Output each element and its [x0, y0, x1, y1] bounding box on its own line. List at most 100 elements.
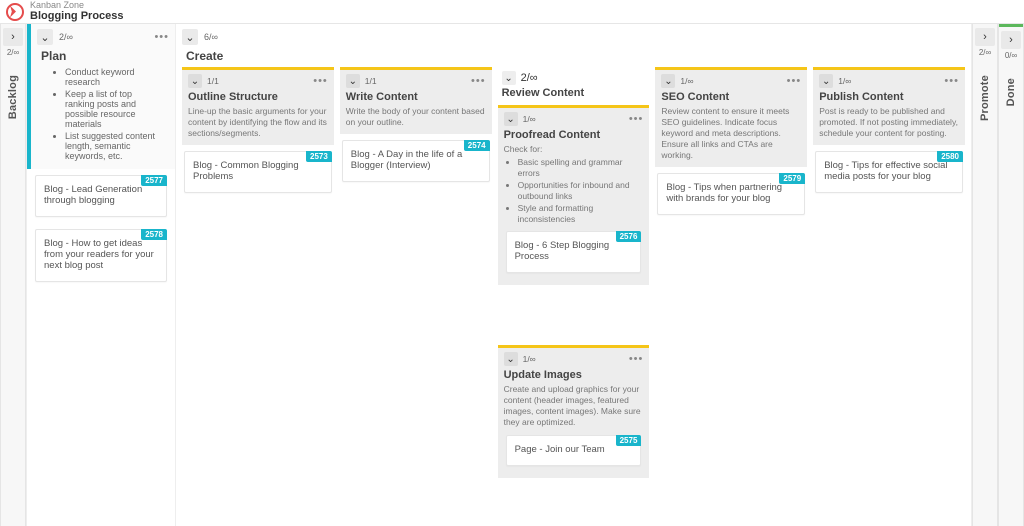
- write-desc: Write the body of your content based on …: [346, 106, 486, 128]
- chevron-down-icon: ⌄: [349, 76, 357, 87]
- done-accent: [999, 24, 1023, 27]
- card[interactable]: 2575 Page - Join our Team: [506, 435, 642, 466]
- publish-desc: Post is ready to be published and promot…: [819, 106, 959, 139]
- backlog-wip: 2/∞: [7, 48, 19, 57]
- card[interactable]: 2578 Blog - How to get ideas from your r…: [35, 229, 167, 282]
- plan-title: Plan: [31, 49, 175, 67]
- column-backlog-collapsed[interactable]: › 2/∞ Backlog: [0, 24, 26, 526]
- seo-menu-button[interactable]: •••: [787, 75, 802, 87]
- write-wip: 1/1: [365, 76, 377, 86]
- card[interactable]: 2577 Blog - Lead Generation through blog…: [35, 175, 167, 217]
- collapse-review-button[interactable]: ⌄: [502, 71, 516, 85]
- card[interactable]: 2579 Blog - Tips when partnering with br…: [657, 173, 805, 215]
- card[interactable]: 2580 Blog - Tips for effective social me…: [815, 151, 963, 193]
- board: › 2/∞ Backlog ⌄ 2/∞ ••• Plan Conduct key…: [0, 24, 1024, 526]
- promote-wip: 2/∞: [979, 48, 991, 57]
- card-text: Blog - Common Blogging Problems: [193, 160, 299, 182]
- chevron-down-icon: ⌄: [822, 76, 830, 87]
- plan-bullet: List suggested content length, semantic …: [65, 131, 163, 161]
- collapse-create-button[interactable]: ⌄: [182, 29, 198, 45]
- write-menu-button[interactable]: •••: [471, 75, 486, 87]
- brand-small: Kanban Zone: [30, 1, 124, 10]
- outline-desc: Line-up the basic arguments for your con…: [188, 106, 328, 139]
- expand-promote-button[interactable]: ›: [975, 28, 995, 46]
- outline-title: Outline Structure: [188, 91, 328, 103]
- card-text: Blog - Tips for effective social media p…: [824, 160, 947, 182]
- seo-desc: Review content to ensure it meets SEO gu…: [661, 106, 801, 161]
- card-text: Blog - A Day in the life of a Blogger (I…: [351, 149, 462, 171]
- column-done-collapsed[interactable]: › 0/∞ Done: [998, 24, 1024, 526]
- plan-wip: 2/∞: [59, 32, 73, 42]
- chevron-down-icon: ⌄: [506, 354, 514, 365]
- card-id-badge: 2580: [937, 151, 963, 162]
- subcolumn-publish: ⌄ 1/∞ ••• Publish Content Post is ready …: [813, 67, 965, 518]
- card-id-badge: 2578: [141, 229, 167, 240]
- collapse-write-button[interactable]: ⌄: [346, 74, 360, 88]
- plan-bullet: Conduct keyword research: [65, 67, 163, 87]
- chevron-down-icon: ⌄: [504, 73, 512, 84]
- review-title: Review Content: [498, 87, 650, 105]
- expand-done-button[interactable]: ›: [1001, 31, 1021, 49]
- subcolumn-review: ⌄ 2/∞ Review Content ⌄ 1/∞ ••• Proofread…: [498, 67, 650, 518]
- card[interactable]: 2574 Blog - A Day in the life of a Blogg…: [342, 140, 490, 182]
- proofread-bullet: Style and formatting inconsistencies: [518, 203, 644, 225]
- card-text: Blog - Tips when partnering with brands …: [666, 182, 782, 204]
- updateimg-desc: Create and upload graphics for your cont…: [504, 384, 644, 428]
- seo-title: SEO Content: [661, 91, 801, 103]
- card-text: Blog - 6 Step Blogging Process: [515, 240, 610, 262]
- done-wip: 0/∞: [1005, 51, 1017, 60]
- plan-bullet: Keep a list of top ranking posts and pos…: [65, 89, 163, 129]
- chevron-down-icon: ⌄: [191, 76, 199, 87]
- nested-proofread: ⌄ 1/∞ ••• Proofread Content Check for: B…: [498, 105, 650, 285]
- chevron-down-icon: ⌄: [506, 114, 514, 125]
- chevron-right-icon: ›: [1009, 34, 1013, 46]
- collapse-updateimg-button[interactable]: ⌄: [504, 352, 518, 366]
- collapse-plan-button[interactable]: ⌄: [37, 29, 53, 45]
- chevron-right-icon: ›: [983, 31, 987, 43]
- collapse-publish-button[interactable]: ⌄: [819, 74, 833, 88]
- plan-header-block: ⌄ 2/∞ ••• Plan Conduct keyword research …: [27, 24, 175, 169]
- create-subcolumns: ⌄ 1/1 ••• Outline Structure Line-up the …: [176, 67, 971, 526]
- chevron-down-icon: ⌄: [664, 76, 672, 87]
- subcolumn-write: ⌄ 1/1 ••• Write Content Write the body o…: [340, 67, 492, 518]
- proofread-wip: 1/∞: [523, 114, 536, 124]
- card[interactable]: 2573 Blog - Common Blogging Problems: [184, 151, 332, 193]
- card-id-badge: 2575: [616, 435, 642, 446]
- subcolumn-outline: ⌄ 1/1 ••• Outline Structure Line-up the …: [182, 67, 334, 518]
- outline-menu-button[interactable]: •••: [313, 75, 328, 87]
- column-create: ⌄ 6/∞ Create ⌄ 1/1 ••• Outline Structure…: [176, 24, 972, 526]
- collapse-outline-button[interactable]: ⌄: [188, 74, 202, 88]
- expand-backlog-button[interactable]: ›: [3, 28, 23, 46]
- column-promote-collapsed[interactable]: › 2/∞ Promote: [972, 24, 998, 526]
- column-plan: ⌄ 2/∞ ••• Plan Conduct keyword research …: [26, 24, 176, 526]
- publish-menu-button[interactable]: •••: [944, 75, 959, 87]
- card-id-badge: 2577: [141, 175, 167, 186]
- proofread-desc-lead: Check for:: [504, 144, 543, 154]
- card-text: Blog - Lead Generation through blogging: [44, 184, 142, 206]
- plan-description: Conduct keyword research Keep a list of …: [31, 67, 175, 169]
- updateimg-wip: 1/∞: [523, 354, 536, 364]
- card-id-badge: 2573: [306, 151, 332, 162]
- proofread-menu-button[interactable]: •••: [629, 113, 644, 125]
- collapse-proofread-button[interactable]: ⌄: [504, 112, 518, 126]
- promote-label: Promote: [979, 75, 991, 121]
- card-id-badge: 2579: [779, 173, 805, 184]
- chevron-right-icon: ›: [11, 31, 15, 43]
- card-id-badge: 2574: [464, 140, 490, 151]
- collapse-seo-button[interactable]: ⌄: [661, 74, 675, 88]
- topbar: Kanban Zone Blogging Process: [0, 0, 1024, 24]
- review-wip: 2/∞: [521, 72, 538, 84]
- plan-menu-button[interactable]: •••: [154, 31, 169, 43]
- outline-wip: 1/1: [207, 76, 219, 86]
- chevron-down-icon: ⌄: [40, 31, 49, 44]
- publish-wip: 1/∞: [838, 76, 851, 86]
- nested-update-images: ⌄ 1/∞ ••• Update Images Create and uploa…: [498, 345, 650, 477]
- publish-title: Publish Content: [819, 91, 959, 103]
- proofread-desc: Check for: Basic spelling and grammar er…: [504, 144, 644, 225]
- seo-wip: 1/∞: [680, 76, 693, 86]
- app-logo: [6, 3, 24, 21]
- updateimg-menu-button[interactable]: •••: [629, 353, 644, 365]
- proofread-bullet: Opportunities for inbound and outbound l…: [518, 180, 644, 202]
- card-text: Page - Join our Team: [515, 444, 605, 455]
- card[interactable]: 2576 Blog - 6 Step Blogging Process: [506, 231, 642, 273]
